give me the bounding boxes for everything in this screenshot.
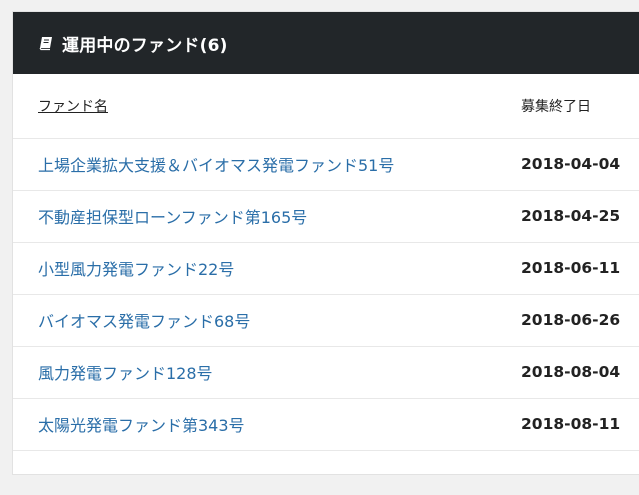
end-date: 2018-04-04 <box>521 138 639 191</box>
funds-table: ファンド名 募集終了日 上場企業拡大支援＆バイオマス発電ファンド51号 2018… <box>13 74 639 451</box>
column-header-end-date: 募集終了日 <box>521 74 639 139</box>
end-date: 2018-06-26 <box>521 294 639 347</box>
book-icon <box>38 35 54 51</box>
fund-link[interactable]: 風力発電ファンド128号 <box>38 364 213 383</box>
table-row: 風力発電ファンド128号 2018-08-04 <box>13 346 639 399</box>
end-date: 2018-06-11 <box>521 242 639 295</box>
fund-link[interactable]: バイオマス発電ファンド68号 <box>38 312 250 331</box>
table-row: バイオマス発電ファンド68号 2018-06-26 <box>13 294 639 347</box>
fund-link[interactable]: 小型風力発電ファンド22号 <box>38 260 234 279</box>
end-date: 2018-08-04 <box>521 346 639 399</box>
table-row: 不動産担保型ローンファンド第165号 2018-04-25 <box>13 190 639 243</box>
table-row: 太陽光発電ファンド第343号 2018-08-11 <box>13 398 639 451</box>
fund-link[interactable]: 上場企業拡大支援＆バイオマス発電ファンド51号 <box>38 156 394 175</box>
table-row: 小型風力発電ファンド22号 2018-06-11 <box>13 242 639 295</box>
end-date: 2018-04-25 <box>521 190 639 243</box>
table-header-row: ファンド名 募集終了日 <box>13 74 639 139</box>
active-funds-panel: 運用中のファンド(6) ファンド名 募集終了日 上場企業拡大支援＆バイオマス発電… <box>12 11 639 475</box>
fund-link[interactable]: 不動産担保型ローンファンド第165号 <box>38 208 307 227</box>
panel-header: 運用中のファンド(6) <box>13 12 639 74</box>
panel-title: 運用中のファンド(6) <box>62 35 228 56</box>
table-row: 上場企業拡大支援＆バイオマス発電ファンド51号 2018-04-04 <box>13 138 639 191</box>
end-date: 2018-08-11 <box>521 398 639 451</box>
fund-link[interactable]: 太陽光発電ファンド第343号 <box>38 416 245 435</box>
column-header-fund-name[interactable]: ファンド名 <box>13 74 521 139</box>
